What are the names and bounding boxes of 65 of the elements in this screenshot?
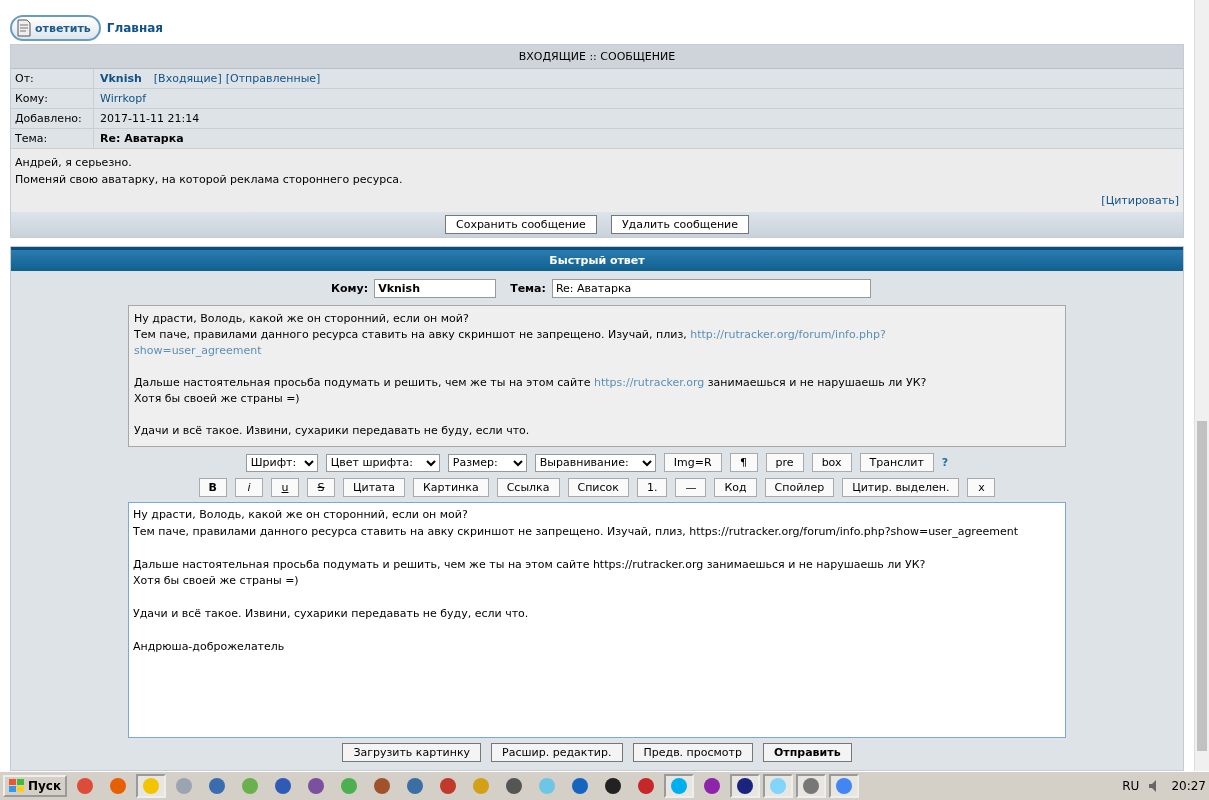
message-text: Поменяй свою аватарку, на которой реклама стороннего ресурса. bbox=[15, 172, 404, 188]
preview-text: Ну драсти, Володь, какой же он сторонний, если он мой? bbox=[134, 312, 469, 325]
folder-link[interactable]: [Входящие] bbox=[153, 72, 222, 85]
toolbar-button[interactable]: Цитата bbox=[343, 478, 405, 497]
toolbar-button[interactable]: Спойлер bbox=[764, 478, 835, 497]
folder-link[interactable]: [Отправленные] bbox=[225, 72, 321, 85]
toolbar-button[interactable]: Ссылка bbox=[496, 478, 560, 497]
toolbar-button[interactable]: Код bbox=[714, 478, 757, 497]
format-select[interactable]: Выравнивание: bbox=[534, 453, 656, 472]
subject-field[interactable]: Re: Аватарка bbox=[551, 279, 871, 298]
preview-text: Удачи и всё такое. Извини, сухарики передавать не буду, если что. bbox=[134, 424, 530, 437]
editor-button[interactable]: Предв. просмотр bbox=[632, 743, 753, 762]
format-button[interactable]: i bbox=[235, 478, 263, 497]
toolbar-button[interactable]: x bbox=[967, 478, 996, 497]
field-label: Добавлено: bbox=[11, 109, 94, 128]
reply-button[interactable]: ответить bbox=[10, 15, 101, 41]
field-label: Тема: bbox=[510, 282, 546, 295]
preview-text: Хотя бы своей же страны =) bbox=[134, 392, 300, 405]
toolbar-button[interactable]: pre bbox=[765, 453, 804, 472]
format-select[interactable]: Размер: bbox=[447, 453, 527, 472]
field-label: Кому: bbox=[11, 89, 94, 108]
subject-value: Re: Аватарка bbox=[99, 132, 184, 145]
toolbar-button[interactable]: ¶ bbox=[729, 453, 758, 472]
language-indicator[interactable]: RU bbox=[1122, 779, 1140, 793]
quote-link[interactable]: [Цитировать] bbox=[1101, 194, 1179, 207]
preview-text: Тем паче, правилами данного ресурса ставить на авку скриншот не запрещено. Изучай, плиз, bbox=[134, 328, 688, 341]
toolbar-button[interactable]: 1. bbox=[636, 478, 668, 497]
start-button[interactable]: Пуск bbox=[3, 775, 68, 797]
panel-title: ВХОДЯЩИЕ :: СООБЩЕНИЕ bbox=[11, 45, 1183, 69]
document-icon bbox=[16, 19, 32, 37]
message-text: Андрей, я серьезно. bbox=[15, 155, 133, 171]
toolbar-button[interactable]: box bbox=[811, 453, 852, 472]
toolbar-button[interactable]: Цитир. выделен. bbox=[842, 478, 960, 497]
field-label: Тема: bbox=[11, 129, 94, 148]
preview-text: занимаешься и не нарушаешь ли УК? bbox=[706, 376, 927, 389]
format-select[interactable]: Цвет шрифта: bbox=[325, 453, 440, 472]
toolbar-button[interactable]: Транслит bbox=[859, 453, 934, 472]
panel-title: Быстрый ответ bbox=[11, 247, 1183, 271]
taskbar-app-button[interactable] bbox=[730, 774, 761, 798]
toolbar-button[interactable]: Список bbox=[567, 478, 629, 497]
message-button[interactable]: Удалить сообщение bbox=[610, 215, 750, 234]
sender-name[interactable]: Vknish bbox=[94, 72, 142, 85]
editor-button[interactable]: Расшир. редактир. bbox=[491, 743, 623, 762]
field-label: От: bbox=[11, 69, 94, 88]
toolbar-button[interactable]: Img=R bbox=[663, 453, 722, 472]
message-button[interactable]: Сохранить сообщение bbox=[444, 215, 597, 234]
format-button[interactable]: u bbox=[271, 478, 299, 497]
toolbar-button[interactable]: Картинка bbox=[413, 478, 489, 497]
message-editor[interactable]: Ну драсти, Володь, какой же он сторонний, если он мой? Тем паче, правилами данного ресурса ставить на авку скриншот не запрещено. Изучай, плиз, https://rutracker.org/forum/info.php?show=user_agreement Дальше настоятельная просьба подумать и решить, чем же ты на этом сайте https://rutracker.org занимаешься и не нарушаешь ли УК? Хотя бы своей же страны =) Удачи и всё такое. Извини, сухарики передавать не буду, если что. Андрюша-доброжелатель bbox=[128, 502, 1066, 738]
editor-button[interactable]: Загрузить картинку bbox=[342, 743, 482, 762]
field-label: Кому: bbox=[331, 282, 369, 295]
windows-flag-icon bbox=[9, 779, 25, 793]
format-button[interactable]: B bbox=[198, 478, 227, 497]
help-link[interactable]: ? bbox=[941, 456, 949, 469]
send-button[interactable]: Отправить bbox=[763, 743, 852, 762]
preview-text: Дальше настоятельная просьба подумать и решить, чем же ты на этом сайте bbox=[134, 376, 592, 389]
recipient-link[interactable]: Wirrkopf bbox=[94, 92, 147, 105]
format-button[interactable]: S bbox=[307, 478, 335, 497]
format-select[interactable]: Шрифт: bbox=[245, 453, 318, 472]
scrollbar-thumb[interactable] bbox=[1197, 421, 1207, 751]
clock: 20:27 bbox=[1171, 779, 1206, 793]
home-link[interactable]: Главная bbox=[106, 21, 163, 35]
toolbar-button[interactable]: — bbox=[675, 478, 707, 497]
field-value: 2017-11-11 21:14 bbox=[99, 112, 200, 125]
recipient-field[interactable]: Vknish bbox=[374, 279, 497, 298]
